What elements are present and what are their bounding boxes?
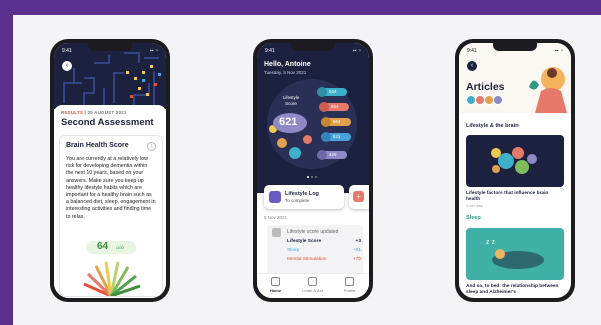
update-row: Lifestyle Score +3 — [287, 239, 361, 244]
score-badge: 64/100 — [86, 241, 136, 254]
signal-icon: ▪▪ ◔ — [150, 48, 158, 54]
phone-notch — [291, 43, 335, 51]
home-hero: 9:41 ▪▪ ◔ Hello, Antoine Tuesday, 5 Nov 2… — [257, 43, 369, 193]
metric-pill[interactable]: 654 — [321, 117, 351, 127]
lifestyle-label: Lifestyle Score — [282, 95, 300, 106]
card-description: You are currently at a relatively low ri… — [66, 156, 156, 220]
card-title: Brain Health Score — [66, 142, 129, 149]
signal-icon: ▪▪ ◔ — [555, 48, 563, 54]
phone-notch — [88, 43, 132, 51]
nav-profile[interactable]: Profile — [331, 277, 368, 293]
back-button[interactable]: ‹ — [467, 61, 477, 71]
back-button[interactable]: ‹ — [62, 61, 72, 71]
score-gauge — [83, 261, 141, 296]
brain-icon[interactable] — [493, 95, 503, 105]
home-date: Tuesday, 5 Nov 2021 — [264, 70, 307, 75]
article-image[interactable]: z z — [466, 228, 564, 280]
phone-home: 9:41 ▪▪ ◔ Hello, Antoine Tuesday, 5 Nov 2… — [253, 39, 373, 302]
phone-assessment: 9:41 ▪▪ ◔ ‹ RESULTS | 25 AUGUST 2021 Seco… — [50, 39, 170, 302]
bubble-decor — [277, 138, 287, 148]
add-card[interactable]: + — [349, 185, 369, 209]
day-label: 5 Nov 2021 — [264, 215, 288, 220]
assessment-body: RESULTS | 25 AUGUST 2021 Second Assessme… — [54, 105, 166, 298]
results-label: RESULTS | 25 AUGUST 2021 — [61, 110, 127, 115]
topic-chips[interactable] — [466, 95, 503, 105]
results-date: | 25 AUGUST 2021 — [84, 110, 127, 115]
home-screen: 9:41 ▪▪ ◔ Hello, Antoine Tuesday, 5 Nov 2… — [257, 43, 369, 298]
status-time: 9:41 — [467, 48, 477, 54]
update-card[interactable]: Lifestyle score updated Lifestyle Score +… — [267, 225, 363, 275]
log-icon — [269, 191, 281, 203]
signal-icon: ▪▪ ◔ — [353, 48, 361, 54]
person-icon — [345, 277, 354, 286]
svg-text:z z: z z — [486, 239, 495, 246]
greeting: Hello, Antoine — [264, 61, 311, 68]
update-icon — [272, 228, 281, 237]
book-icon — [308, 277, 317, 286]
brain-health-card[interactable]: Brain Health Score i You are currently a… — [59, 135, 163, 297]
lifestyle-score: 621 — [279, 116, 298, 128]
nav-learn[interactable]: Learn & Act — [294, 277, 331, 293]
update-row: Mental Stimulation +70 — [287, 257, 361, 262]
update-row: Sleep +81 — [287, 248, 361, 253]
plus-icon: + — [353, 191, 364, 202]
metric-pill[interactable]: 429 — [317, 150, 347, 160]
bubble-decor — [303, 135, 312, 144]
bottom-nav: Home Learn & Act Profile — [257, 273, 369, 298]
brain-bubbles-illustration — [491, 147, 537, 174]
status-time: 9:41 — [62, 48, 72, 54]
score-suffix: /100 — [116, 245, 124, 250]
metric-pill[interactable]: 524 — [317, 87, 347, 97]
article-title[interactable]: And so, to bed: the relationship between… — [466, 284, 562, 296]
article-meta: 4 min read — [466, 204, 483, 208]
assessment-screen: 9:41 ▪▪ ◔ ‹ RESULTS | 25 AUGUST 2021 Seco… — [54, 43, 166, 298]
home-icon — [271, 277, 280, 286]
page-title: Articles — [466, 81, 505, 93]
article-title[interactable]: Lifestyle factors that influence brain h… — [466, 191, 562, 203]
phone-articles: 9:41 ▪▪ ◔ ‹ Articles Lifestyle & the brai… — [455, 39, 575, 302]
status-time: 9:41 — [265, 48, 275, 54]
carousel-dots[interactable] — [307, 176, 317, 178]
nav-home[interactable]: Home — [257, 277, 294, 293]
metric-pill[interactable]: 854 — [319, 102, 349, 112]
score-value: 64 — [97, 241, 109, 252]
phone-notch — [493, 43, 537, 51]
reader-illustration — [529, 67, 567, 113]
info-icon[interactable]: i — [147, 142, 156, 151]
lifestyle-score-bubble[interactable]: 621 — [273, 113, 307, 133]
page-title: Second Assessment — [61, 117, 154, 128]
bubble-decor — [289, 147, 301, 159]
sleeping-illustration: z z — [486, 239, 544, 269]
update-title: Lifestyle score updated — [287, 229, 339, 235]
lifestyle-log-card[interactable]: Lifestyle Log To complete — [264, 185, 344, 209]
section-title: Lifestyle & the brain — [466, 123, 519, 129]
metric-pill[interactable]: 621 — [321, 132, 351, 142]
section-title: Sleep — [466, 215, 481, 221]
article-image[interactable] — [466, 135, 564, 187]
log-title: Lifestyle Log — [285, 191, 319, 197]
articles-screen: 9:41 ▪▪ ◔ ‹ Articles Lifestyle & the brai… — [459, 43, 571, 298]
log-subtitle: To complete — [285, 198, 310, 203]
